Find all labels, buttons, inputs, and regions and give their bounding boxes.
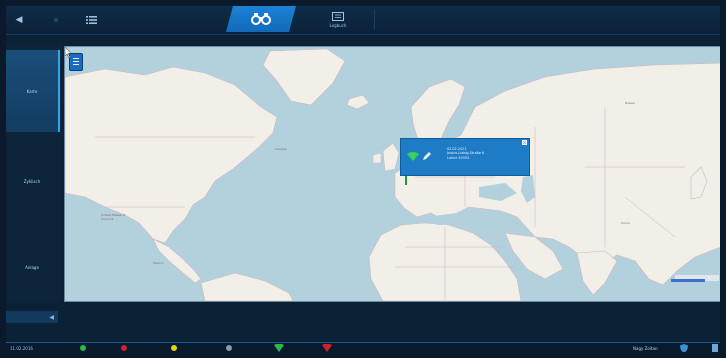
tab-separator xyxy=(374,10,375,30)
map-label-usa: United States of America xyxy=(101,213,126,221)
back-arrow-icon[interactable]: ◀ xyxy=(10,6,28,34)
wifi-signal-icon xyxy=(407,152,419,161)
map-label-russia: Russia xyxy=(625,101,635,105)
sidebar-item-anlage[interactable]: Anlage xyxy=(6,226,58,308)
chevron-left-icon: ◀ xyxy=(49,313,54,321)
top-bar: ◀ Logbuch xyxy=(6,6,720,35)
wifi-red-icon xyxy=(322,344,332,352)
logbook-icon xyxy=(332,12,344,21)
popup-city: Lohne 49393 xyxy=(447,155,470,160)
status-green-icon xyxy=(80,345,86,351)
sidebar-item-zyklisch[interactable]: Zyklisch xyxy=(6,140,58,222)
home-dot-icon[interactable] xyxy=(48,6,64,34)
tab-logbook[interactable]: Logbuch xyxy=(306,6,370,34)
mouse-cursor-icon xyxy=(65,47,72,58)
sidebar-item-karte[interactable]: Karte xyxy=(6,50,60,132)
edit-pencil-icon[interactable] xyxy=(422,151,432,161)
world-map[interactable]: Canada Russia United States of America C… xyxy=(64,46,720,302)
shield-icon[interactable] xyxy=(680,344,688,352)
sidebar-collapse-button[interactable]: ◀ xyxy=(6,311,58,323)
wifi-green-icon xyxy=(274,344,284,352)
tab-logbook-label: Logbuch xyxy=(329,23,347,28)
sidebar: Karte Zyklisch Anlage xyxy=(6,44,62,302)
close-icon[interactable]: × xyxy=(522,140,527,145)
list-icon[interactable] xyxy=(82,6,102,34)
tab-overview[interactable] xyxy=(226,6,296,32)
map-label-china: China xyxy=(621,221,630,225)
map-label-mexico: Mexico xyxy=(153,261,164,265)
sidebar-item-label: Karte xyxy=(26,88,38,94)
status-bar: 11.02.2016 Nagy Zoltan xyxy=(6,342,720,352)
layers-icon xyxy=(73,58,79,59)
location-popup: × 02.02.2021 Justus-Liebig-Straße 6 Lohn… xyxy=(400,138,530,176)
status-user: Nagy Zoltan xyxy=(633,346,658,351)
map-label-canada: Canada xyxy=(275,147,287,151)
status-yellow-icon xyxy=(171,345,177,351)
popup-text: 02.02.2021 Justus-Liebig-Straße 6 Lohne … xyxy=(447,147,484,160)
app-window: ◀ Logbuch Karte Zyklisch Anlage ◀ Canada… xyxy=(6,6,720,352)
status-grey-icon xyxy=(226,345,232,351)
menu-handle[interactable] xyxy=(712,344,718,352)
status-red-icon xyxy=(121,345,127,351)
sidebar-item-label: Anlage xyxy=(25,264,39,270)
binoculars-icon xyxy=(251,13,271,25)
sidebar-item-label: Zyklisch xyxy=(23,178,41,184)
status-date: 11.02.2016 xyxy=(10,346,33,351)
